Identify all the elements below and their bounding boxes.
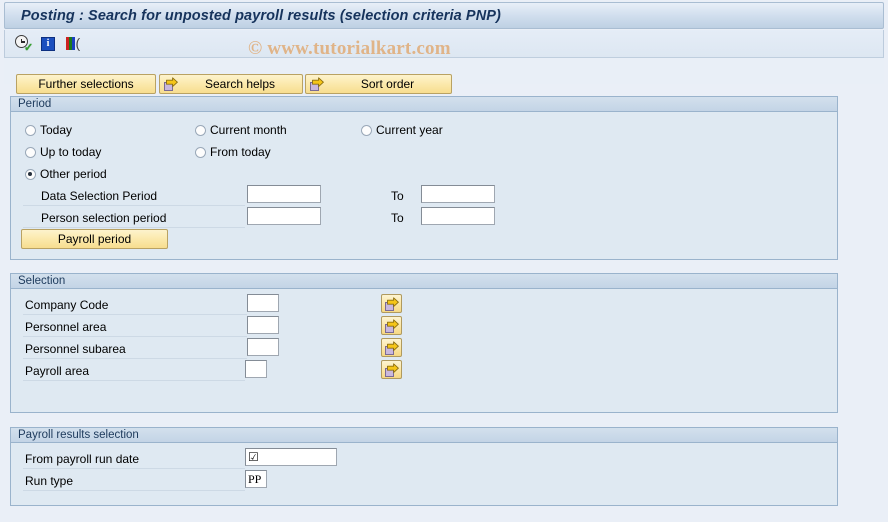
row-separator xyxy=(23,490,245,491)
page-title: Posting : Search for unposted payroll re… xyxy=(21,7,501,24)
personnel-subarea-multi-select-button[interactable] xyxy=(381,338,402,357)
color-bars-icon[interactable]: ( xyxy=(64,35,81,51)
run-type-label: Run type xyxy=(25,474,74,488)
radio-button[interactable] xyxy=(361,124,372,136)
run-type-input[interactable]: PP xyxy=(245,470,267,488)
payroll-results-panel-header: Payroll results selection xyxy=(11,428,837,443)
company-code-input[interactable] xyxy=(247,294,279,312)
multiple-selection-arrow-icon xyxy=(384,318,399,333)
radio-current-month[interactable]: Current month xyxy=(195,123,287,137)
checkbox-checked-icon: ☑ xyxy=(248,450,259,464)
period-panel-header: Period xyxy=(11,97,837,112)
payroll-results-panel-title: Payroll results selection xyxy=(18,429,139,441)
search-helps-button[interactable]: Search helps xyxy=(159,74,303,94)
person-selection-period-from-input[interactable] xyxy=(247,207,321,225)
action-button-row: Further selections Search helps Sort ord… xyxy=(4,58,884,94)
company-code-multi-select-button[interactable] xyxy=(381,294,402,313)
sort-order-button[interactable]: Sort order xyxy=(305,74,452,94)
execute-clock-icon[interactable]: ✓ xyxy=(15,35,34,54)
person-selection-period-to-input[interactable] xyxy=(421,207,495,225)
personnel-area-label: Personnel area xyxy=(25,320,107,334)
payroll-area-input[interactable] xyxy=(245,360,267,378)
radio-other-period[interactable]: Other period xyxy=(25,167,107,181)
payroll-area-label: Payroll area xyxy=(25,364,90,378)
data-selection-period-from-input[interactable] xyxy=(247,185,321,203)
personnel-area-input[interactable] xyxy=(247,316,279,334)
radio-button[interactable] xyxy=(195,124,206,136)
selection-panel-title: Selection xyxy=(18,275,66,287)
payroll-area-multi-select-button[interactable] xyxy=(381,360,402,379)
arrow-right-icon xyxy=(164,77,178,91)
information-icon[interactable]: i xyxy=(41,36,55,51)
radio-button[interactable] xyxy=(25,168,36,180)
person-selection-period-label: Person selection period xyxy=(41,211,167,225)
payroll-results-selection-panel: Payroll results selection From payroll r… xyxy=(10,427,838,506)
checkmark-icon: ✓ xyxy=(24,42,34,54)
data-selection-period-to-input[interactable] xyxy=(421,185,495,203)
personnel-subarea-label: Personnel subarea xyxy=(25,342,126,356)
multiple-selection-arrow-icon xyxy=(384,296,399,311)
selection-panel-header: Selection xyxy=(11,274,837,289)
bar-blue xyxy=(72,37,75,50)
personnel-area-multi-select-button[interactable] xyxy=(381,316,402,335)
data-selection-period-to-label: To xyxy=(391,189,404,203)
person-selection-period-to-label: To xyxy=(391,211,404,225)
radio-from-today[interactable]: From today xyxy=(195,145,271,159)
toolbar: ✓ i ( xyxy=(4,30,884,58)
radio-current-year[interactable]: Current year xyxy=(361,123,443,137)
row-separator xyxy=(23,468,245,469)
personnel-subarea-input[interactable] xyxy=(247,338,279,356)
radio-button[interactable] xyxy=(25,124,36,136)
period-panel: Period Today Current month Current year … xyxy=(10,96,838,260)
multiple-selection-arrow-icon xyxy=(384,362,399,377)
row-separator xyxy=(23,205,245,206)
row-separator xyxy=(23,380,245,381)
period-panel-title: Period xyxy=(18,98,52,110)
multiple-selection-arrow-icon xyxy=(384,340,399,355)
bracket-glyph: ( xyxy=(75,35,81,51)
row-separator xyxy=(23,336,247,337)
from-payroll-run-date-input[interactable]: ☑ xyxy=(245,448,337,466)
radio-up-to-today[interactable]: Up to today xyxy=(25,145,101,159)
radio-today[interactable]: Today xyxy=(25,123,72,137)
radio-button[interactable] xyxy=(195,146,206,158)
arrow-right-icon xyxy=(310,77,324,91)
row-separator xyxy=(23,358,247,359)
window-title-bar: Posting : Search for unposted payroll re… xyxy=(4,2,884,29)
further-selections-button[interactable]: Further selections xyxy=(16,74,156,94)
radio-button[interactable] xyxy=(25,146,36,158)
row-separator xyxy=(23,227,245,228)
selection-panel: Selection Company Code Personnel area Pe… xyxy=(10,273,838,413)
company-code-label: Company Code xyxy=(25,298,109,312)
from-payroll-run-date-label: From payroll run date xyxy=(25,452,140,466)
payroll-period-button[interactable]: Payroll period xyxy=(21,229,168,249)
data-selection-period-label: Data Selection Period xyxy=(41,189,158,203)
row-separator xyxy=(23,314,247,315)
